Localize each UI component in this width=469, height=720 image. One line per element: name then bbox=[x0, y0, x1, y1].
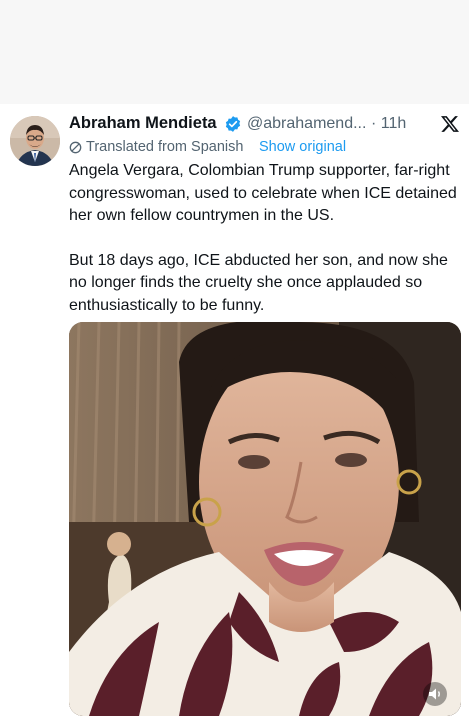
avatar[interactable] bbox=[10, 116, 60, 166]
top-blank-area bbox=[0, 0, 469, 104]
author-name[interactable]: Abraham Mendieta bbox=[69, 114, 217, 133]
timestamp[interactable]: · 11h bbox=[371, 115, 406, 133]
translated-label: Translated from Spanish bbox=[86, 139, 244, 155]
translation-notice: Translated from Spanish Show original bbox=[69, 138, 449, 158]
tweet-text: Angela Vergara, Colombian Trump supporte… bbox=[69, 160, 461, 317]
tweet-paragraph-2: But 18 days ago, ICE abducted her son, a… bbox=[69, 251, 448, 314]
globe-icon bbox=[69, 141, 82, 154]
volume-icon[interactable] bbox=[423, 682, 447, 706]
video-player[interactable] bbox=[69, 322, 461, 716]
tweet-paragraph-1: Angela Vergara, Colombian Trump supporte… bbox=[69, 162, 457, 224]
author-handle[interactable]: @abrahamend... bbox=[247, 115, 366, 133]
show-original-link[interactable]: Show original bbox=[259, 139, 346, 155]
tweet-card[interactable]: Abraham Mendieta @abrahamend... · 11h Tr… bbox=[0, 104, 469, 720]
verified-badge-icon bbox=[224, 115, 242, 133]
video-frame bbox=[69, 322, 461, 716]
x-logo-icon[interactable] bbox=[440, 114, 460, 134]
tweet-header: Abraham Mendieta @abrahamend... · 11h bbox=[69, 112, 459, 138]
